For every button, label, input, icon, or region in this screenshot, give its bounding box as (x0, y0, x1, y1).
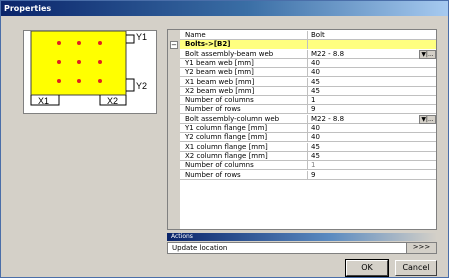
property-value-text: 45 (311, 151, 320, 160)
property-name: Bolt assembly-column web (180, 114, 308, 124)
y2-label: Y2 (136, 81, 147, 91)
ok-button[interactable]: OK (345, 259, 389, 277)
property-row[interactable]: Y2 beam web [mm] 40 (180, 68, 436, 78)
property-value-text: 9 (311, 170, 316, 179)
y2-dimension-line (126, 78, 135, 92)
window-title: Properties (1, 1, 448, 16)
bolt-dot (77, 41, 81, 45)
property-value[interactable]: 45 (308, 151, 436, 161)
properties-window: Properties Y1 Y2 X1 X2 − Name Bolt Bolts… (0, 0, 449, 278)
property-row[interactable]: Bolt assembly-beam web M22 - 8.8 ▼|... (180, 49, 436, 59)
property-row[interactable]: Y1 beam web [mm] 40 (180, 58, 436, 68)
property-value-text: M22 - 8.8 (311, 49, 345, 58)
group-row[interactable]: Bolts->[B2] (180, 40, 436, 50)
property-value-text: 9 (311, 105, 316, 114)
property-row[interactable]: Number of rows 9 (180, 170, 436, 180)
property-value[interactable]: M22 - 8.8 ▼|... (308, 49, 436, 59)
y1-dimension-line (126, 34, 135, 44)
more-button[interactable]: >>> (406, 243, 436, 253)
property-name: Y2 beam web [mm] (180, 68, 308, 78)
grid-header-row[interactable]: Name Bolt (180, 31, 436, 40)
property-value[interactable]: 1 (308, 96, 436, 105)
property-value[interactable]: 9 (308, 170, 436, 180)
property-row[interactable]: Number of columns 1 (180, 161, 436, 171)
y1-label: Y1 (136, 32, 147, 42)
property-value-text: 40 (311, 58, 320, 67)
property-value[interactable]: 40 (308, 124, 436, 133)
property-value[interactable] (308, 40, 436, 50)
property-row[interactable]: Bolt assembly-column web M22 - 8.8 ▼|... (180, 114, 436, 124)
property-value-text: 45 (311, 86, 320, 95)
dropdown-button[interactable]: ▼|... (419, 49, 436, 59)
property-value-text: 45 (311, 77, 320, 86)
property-name: X2 column flange [mm] (180, 151, 308, 161)
property-value[interactable]: 40 (308, 58, 436, 68)
x1-label: X1 (38, 96, 49, 106)
property-row[interactable]: Y2 column flange [mm] 40 (180, 133, 436, 143)
property-value[interactable]: 1 (308, 161, 436, 170)
property-row[interactable]: Y1 column flange [mm] 40 (180, 124, 436, 133)
update-location-action[interactable]: Update location >>> (167, 242, 437, 254)
bolt-dot (98, 60, 102, 64)
property-grid: − Name Bolt Bolts->[B2] Bolt assembly-beam … (167, 29, 437, 230)
property-value-text: 1 (311, 96, 316, 105)
property-name: Number of columns (180, 161, 308, 171)
bolt-dot (57, 79, 61, 83)
property-value[interactable]: M22 - 8.8 ▼|... (308, 114, 436, 124)
property-value[interactable]: 45 (308, 77, 436, 87)
actions-header: Actions (167, 233, 437, 241)
property-value-text: M22 - 8.8 (311, 114, 345, 123)
property-value-text: 1 (311, 161, 316, 170)
bolt-dot (57, 41, 61, 45)
x2-label: X2 (107, 96, 118, 106)
bolt-dot (57, 60, 61, 64)
update-location-label: Update location (172, 244, 228, 252)
property-name: X1 beam web [mm] (180, 77, 308, 87)
property-name: Y2 column flange [mm] (180, 133, 308, 143)
property-name: Number of rows (180, 105, 308, 115)
grid-gutter: − (168, 30, 180, 229)
property-row[interactable]: X1 column flange [mm] 45 (180, 142, 436, 152)
property-row[interactable]: Number of columns 1 (180, 96, 436, 106)
property-row[interactable]: Number of rows 9 (180, 105, 436, 115)
cancel-button[interactable]: Cancel (395, 260, 437, 276)
bolt-dot (98, 79, 102, 83)
property-value[interactable]: 40 (308, 133, 436, 142)
property-value-text: 45 (311, 142, 320, 151)
property-value-text: 40 (311, 124, 320, 132)
dropdown-button[interactable]: ▼|... (419, 114, 436, 124)
property-row[interactable]: X1 beam web [mm] 45 (180, 77, 436, 87)
bolt-dot (77, 79, 81, 83)
property-value[interactable]: 9 (308, 105, 436, 114)
property-value-text: 40 (311, 68, 320, 77)
property-name: Bolt assembly-beam web (180, 49, 308, 59)
bolt-dot (77, 60, 81, 64)
property-name: Number of rows (180, 170, 308, 180)
property-value[interactable]: 40 (308, 68, 436, 77)
property-value[interactable]: 45 (308, 86, 436, 96)
property-name: Bolts->[B2] (180, 40, 308, 50)
property-row[interactable]: X2 beam web [mm] 45 (180, 86, 436, 96)
property-value-text: 40 (311, 133, 320, 142)
property-name: Y1 beam web [mm] (180, 58, 308, 68)
property-name: Name (180, 31, 308, 40)
bolt-dot (98, 41, 102, 45)
property-value[interactable]: Bolt (308, 31, 436, 40)
property-value[interactable]: 45 (308, 142, 436, 152)
bolt-layout-svg: Y1 Y2 X1 X2 (30, 31, 147, 106)
property-name: X1 column flange [mm] (180, 142, 308, 152)
property-row[interactable]: X2 column flange [mm] 45 (180, 151, 436, 161)
bolt-layout-diagram: Y1 Y2 X1 X2 (23, 30, 157, 114)
property-name: Y1 column flange [mm] (180, 124, 308, 133)
collapse-toggle[interactable]: − (170, 41, 178, 49)
property-name: X2 beam web [mm] (180, 86, 308, 96)
property-value-text: Bolt (311, 31, 325, 39)
property-name: Number of columns (180, 96, 308, 106)
